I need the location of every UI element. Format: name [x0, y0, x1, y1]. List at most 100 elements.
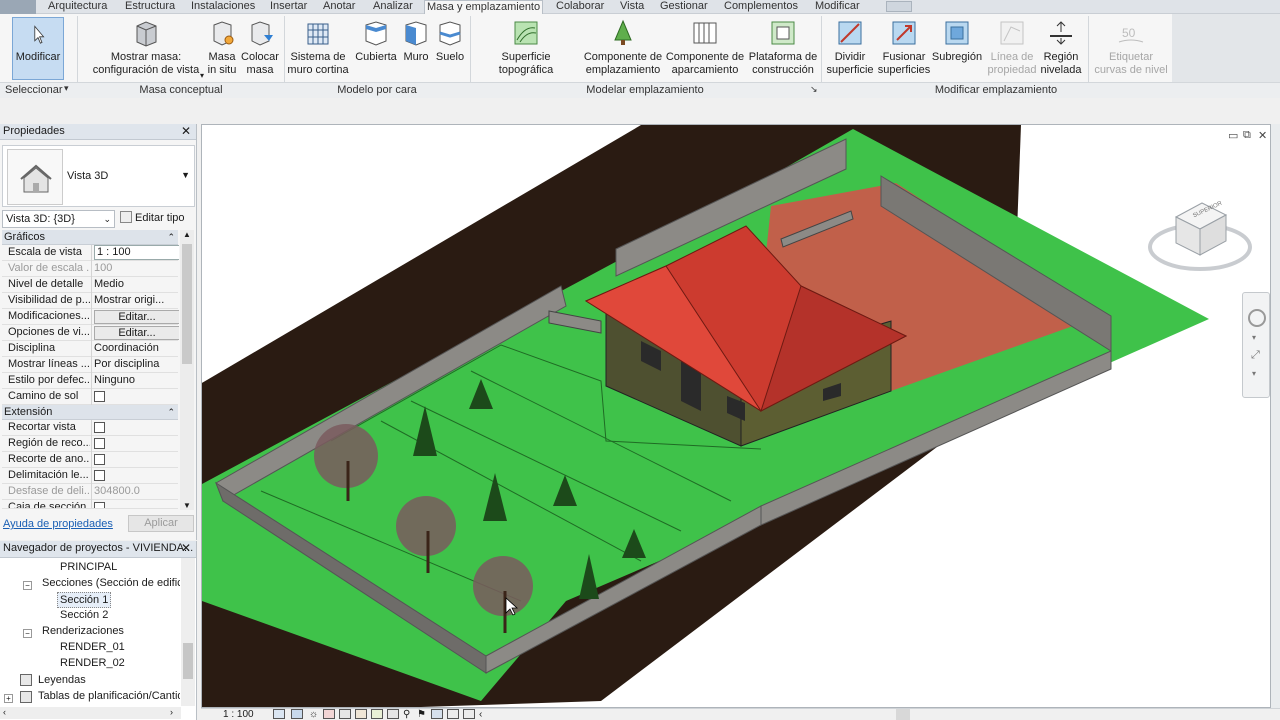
reveal-hidden-icon[interactable]	[431, 709, 443, 719]
modify-button[interactable]: Modificar	[12, 17, 64, 80]
tab-arquitectura[interactable]: Arquitectura	[46, 0, 109, 14]
show-crop-icon[interactable]	[371, 709, 383, 719]
minimize-view-icon[interactable]: ▭	[1228, 129, 1238, 142]
checkbox[interactable]	[94, 454, 105, 465]
close-icon[interactable]: ✕	[181, 541, 191, 556]
shadows-icon[interactable]	[323, 709, 335, 719]
detail-level-icon[interactable]	[273, 709, 285, 719]
constraints-icon[interactable]	[463, 709, 475, 719]
group-extents[interactable]: Extensión ⌃	[2, 405, 178, 420]
tab-vista[interactable]: Vista	[618, 0, 646, 14]
collapse-icon[interactable]: ⌃	[167, 405, 175, 419]
view-scale-input[interactable]: 1 : 100	[94, 245, 179, 260]
split-surface-button[interactable]: Dividir superficie	[824, 18, 876, 77]
chevron-down-icon[interactable]: ▾	[64, 83, 69, 94]
tab-modificar[interactable]: Modificar	[813, 0, 862, 14]
tab-analizar[interactable]: Analizar	[371, 0, 415, 14]
restore-view-icon[interactable]: ⧉	[1243, 129, 1251, 142]
scrollbar-thumb[interactable]	[182, 244, 192, 364]
chevron-down-icon[interactable]: ▼	[181, 170, 190, 180]
type-selector[interactable]: Vista 3D ▼	[2, 145, 195, 207]
tree-item-section-2[interactable]: Sección 2	[60, 608, 108, 624]
sun-path-icon[interactable]: ☼	[309, 709, 318, 720]
render-icon[interactable]	[339, 709, 351, 719]
checkbox[interactable]	[94, 391, 105, 402]
property-value[interactable]: Mostrar origi...	[91, 293, 179, 309]
lock-view-icon[interactable]	[387, 709, 399, 719]
apply-button[interactable]: Aplicar	[128, 515, 194, 532]
graded-region-button[interactable]: Región nivelada	[1039, 18, 1083, 77]
properties-scrollbar[interactable]: ▲ ▼	[180, 230, 194, 510]
curtain-system-button[interactable]: Sistema de muro cortina	[286, 18, 350, 77]
ribbon-options-icon[interactable]	[886, 1, 912, 12]
steering-wheel-icon[interactable]	[1248, 309, 1266, 327]
tab-instalaciones[interactable]: Instalaciones	[189, 0, 257, 14]
roof-by-face-button[interactable]: Cubierta	[354, 18, 398, 64]
chevron-down-icon[interactable]: ▾	[200, 69, 204, 82]
analysis-icon[interactable]: ⚑	[417, 709, 426, 720]
wall-by-face-button[interactable]: Muro	[400, 18, 432, 64]
tab-gestionar[interactable]: Gestionar	[658, 0, 710, 14]
property-value[interactable]: Ninguno	[91, 373, 179, 389]
scrollbar-thumb[interactable]	[183, 643, 193, 679]
browser-horizontal-scrollbar[interactable]: ‹ ›	[0, 707, 181, 719]
collapse-toggle-icon[interactable]: −	[23, 581, 32, 590]
tab-anotar[interactable]: Anotar	[321, 0, 357, 14]
properties-help-link[interactable]: Ayuda de propiedades	[3, 518, 113, 530]
tab-colaborar[interactable]: Colaborar	[554, 0, 606, 14]
close-view-icon[interactable]: ✕	[1258, 129, 1267, 142]
toposurface-button[interactable]: Superficie topográfica	[473, 18, 579, 77]
collapse-icon[interactable]: ⌃	[167, 230, 175, 244]
place-mass-button[interactable]: Colocar masa	[240, 18, 280, 77]
group-graphics[interactable]: Gráficos ⌃	[2, 230, 178, 245]
chevron-down-icon[interactable]: ▾	[1252, 369, 1256, 378]
scroll-left-icon[interactable]: ‹	[3, 707, 6, 717]
property-value[interactable]: Medio	[91, 277, 179, 293]
tree-item-schedules[interactable]: Tablas de planificación/Cantidades	[38, 689, 180, 705]
expand-toggle-icon[interactable]: +	[4, 694, 13, 703]
tab-insertar[interactable]: Insertar	[268, 0, 309, 14]
label-contours-button[interactable]: 50 Etiquetar curvas de nivel	[1092, 18, 1170, 77]
instance-filter-dropdown[interactable]: Vista 3D: {3D} ⌄	[2, 210, 115, 228]
in-place-mass-button[interactable]: Masa in situ	[205, 18, 239, 77]
building-pad-button[interactable]: Plataforma de construcción	[747, 18, 819, 77]
tree-item-principal[interactable]: PRINCIPAL	[60, 560, 117, 576]
visual-style-icon[interactable]	[291, 709, 303, 719]
checkbox[interactable]	[94, 422, 105, 433]
checkbox[interactable]	[94, 502, 105, 508]
zoom-region-icon[interactable]: ⤢	[1251, 349, 1260, 362]
edit-button[interactable]: Editar...	[94, 310, 179, 324]
viewcube[interactable]: SUPERIOR	[1146, 195, 1254, 275]
checkbox[interactable]	[94, 470, 105, 481]
worksharing-icon[interactable]	[447, 709, 459, 719]
tree-item-render-01[interactable]: RENDER_01	[60, 640, 125, 656]
browser-scrollbar[interactable]	[181, 558, 195, 706]
tree-item-section-1[interactable]: Sección 1	[57, 592, 112, 608]
checkbox[interactable]	[94, 438, 105, 449]
3d-view-canvas[interactable]: ▭ ⧉ ✕ SUPERIOR ▾ ⤢ ▾	[201, 124, 1271, 708]
panel-select[interactable]: Seleccionar	[5, 84, 62, 96]
subregion-button[interactable]: Subregión	[931, 18, 983, 64]
site-component-button[interactable]: Componente de emplazamiento	[583, 18, 663, 77]
edit-button[interactable]: Editar...	[94, 326, 179, 340]
show-mass-button[interactable]: Mostrar masa: configuración de vista	[87, 18, 205, 77]
scroll-up-icon[interactable]: ▲	[183, 230, 191, 239]
floor-by-face-button[interactable]: Suelo	[434, 18, 466, 64]
horizontal-scrollbar-thumb[interactable]	[896, 709, 910, 720]
tree-item-render-02[interactable]: RENDER_02	[60, 656, 125, 672]
tab-estructura[interactable]: Estructura	[123, 0, 177, 14]
parking-component-button[interactable]: Componente de aparcamiento	[665, 18, 745, 77]
scroll-down-icon[interactable]: ▼	[183, 501, 191, 510]
application-menu-button[interactable]	[0, 0, 36, 14]
tree-item-renderings[interactable]: Renderizaciones	[42, 624, 124, 640]
collapse-toggle-icon[interactable]: −	[23, 629, 32, 638]
dialog-launcher-icon[interactable]: ↘	[810, 84, 818, 95]
scroll-right-icon[interactable]: ›	[170, 707, 173, 717]
tab-complementos[interactable]: Complementos	[722, 0, 800, 14]
tree-item-sections[interactable]: Secciones (Sección de edificio)	[42, 576, 180, 592]
tree-item-legends[interactable]: Leyendas	[38, 673, 86, 689]
property-value[interactable]: Por disciplina	[91, 357, 179, 373]
property-value[interactable]: Coordinación	[91, 341, 179, 357]
close-icon[interactable]: ✕	[181, 124, 191, 139]
property-line-button[interactable]: Línea de propiedad	[986, 18, 1038, 77]
